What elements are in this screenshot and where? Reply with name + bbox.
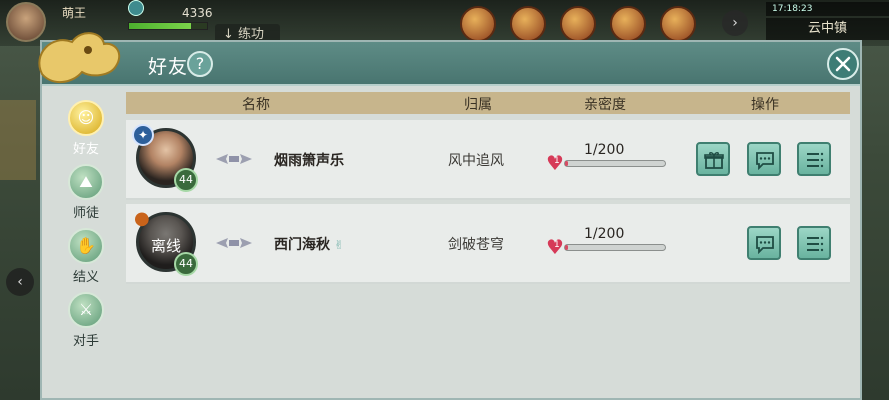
menu-button[interactable]	[797, 226, 831, 260]
intimacy-bar	[564, 160, 666, 167]
level-badge: 44	[174, 168, 198, 192]
close-button[interactable]	[827, 48, 859, 80]
clock-text: 17:18:23	[772, 4, 813, 14]
friends-list: 名称 归属 亲密度 操作 ✦ 44 烟雨箫声乐 风中追风 ♥ 1 1/200 离…	[126, 92, 850, 392]
help-button[interactable]: ?	[187, 51, 213, 77]
tab-sworn[interactable]: ✋ 结义	[54, 228, 118, 292]
friends-panel: 好友 ? ☺ 好友 ⛰ 师徒 ✋ 结义 ⚔ 对手 名称 归属 亲密度 操作 ✦ …	[38, 32, 862, 400]
status-bar: 17:18:23	[766, 2, 889, 16]
rank-wings-icon	[214, 236, 254, 250]
intimacy-bar	[564, 244, 666, 251]
level-badge: 44	[174, 252, 198, 276]
activity-icon-3[interactable]	[560, 6, 596, 42]
chat-button[interactable]	[747, 226, 781, 260]
friend-name: 烟雨箫声乐	[274, 153, 344, 169]
activity-icon-1[interactable]	[460, 6, 496, 42]
column-guild: 归属	[464, 97, 492, 113]
heart-level: 1	[554, 156, 560, 166]
mentor-tab-icon: ⛰	[68, 164, 104, 200]
intimacy-value: 1/200	[584, 226, 625, 242]
activity-icons	[460, 6, 696, 42]
friend-guild: 风中追风	[448, 153, 504, 169]
column-name: 名称	[242, 97, 270, 113]
tab-mentor[interactable]: ⛰ 师徒	[54, 164, 118, 228]
activity-icon-5[interactable]	[660, 6, 696, 42]
list-menu-icon	[807, 152, 824, 168]
tab-friends-label: 好友	[72, 142, 99, 157]
column-intimacy: 亲密度	[584, 97, 626, 113]
star-badge-icon: ✦	[132, 124, 154, 146]
friend-guild: 剑破苍穹	[448, 237, 504, 253]
column-actions: 操作	[751, 97, 779, 113]
tab-sworn-label: 结义	[72, 270, 99, 285]
friend-row[interactable]: ✦ 44 烟雨箫声乐 风中追风 ♥ 1 1/200	[126, 120, 850, 200]
chat-icon	[756, 152, 774, 170]
intimacy-bar-fill	[565, 161, 568, 166]
gift-button[interactable]	[696, 142, 730, 176]
tab-rival[interactable]: ⚔ 对手	[54, 292, 118, 356]
qilin-emblem-icon	[38, 32, 121, 83]
chevron-left-icon[interactable]: ‹	[6, 268, 34, 296]
heart-level: 1	[554, 240, 560, 250]
help-icon: ?	[195, 54, 205, 73]
panel-header: 好友 ?	[38, 32, 860, 86]
side-tab-strip[interactable]	[0, 100, 36, 180]
rival-tab-icon: ⚔	[68, 292, 104, 328]
column-header: 名称 归属 亲密度 操作	[126, 92, 850, 114]
activity-icon-4[interactable]	[610, 6, 646, 42]
close-icon	[835, 56, 851, 72]
tab-mentor-label: 师徒	[72, 206, 99, 221]
rank-wings-icon	[214, 152, 254, 166]
intimacy-bar-fill	[565, 245, 568, 250]
chat-icon	[756, 236, 774, 254]
friend-avatar-wrap[interactable]: ✦ 44	[132, 124, 198, 192]
friend-name: 西门海秋	[274, 237, 330, 253]
menu-button[interactable]	[797, 142, 831, 176]
gift-icon	[704, 152, 724, 169]
activity-icon-2[interactable]	[510, 6, 546, 42]
friend-row[interactable]: 离线 ● 44 西门海秋 ✌ 剑破苍穹 ♥ 1 1/200	[126, 204, 850, 284]
sworn-tab-icon: ✋	[68, 228, 104, 264]
location-label[interactable]: 云中镇	[766, 18, 889, 40]
gourd-badge-icon: ●	[134, 208, 150, 229]
sprout-icon: ✌	[334, 238, 345, 252]
chat-button[interactable]	[747, 142, 781, 176]
intimacy-value: 1/200	[584, 142, 625, 158]
friend-avatar-wrap[interactable]: 离线 ● 44	[134, 208, 198, 276]
list-menu-icon	[807, 236, 824, 252]
friends-tab-icon: ☺	[68, 100, 104, 136]
panel-title: 好友	[148, 56, 189, 78]
power-value: 4336	[182, 6, 213, 20]
tab-friends[interactable]: ☺ 好友	[54, 100, 118, 164]
tab-rival-label: 对手	[72, 334, 99, 349]
chevron-right-icon[interactable]: ›	[722, 10, 748, 36]
